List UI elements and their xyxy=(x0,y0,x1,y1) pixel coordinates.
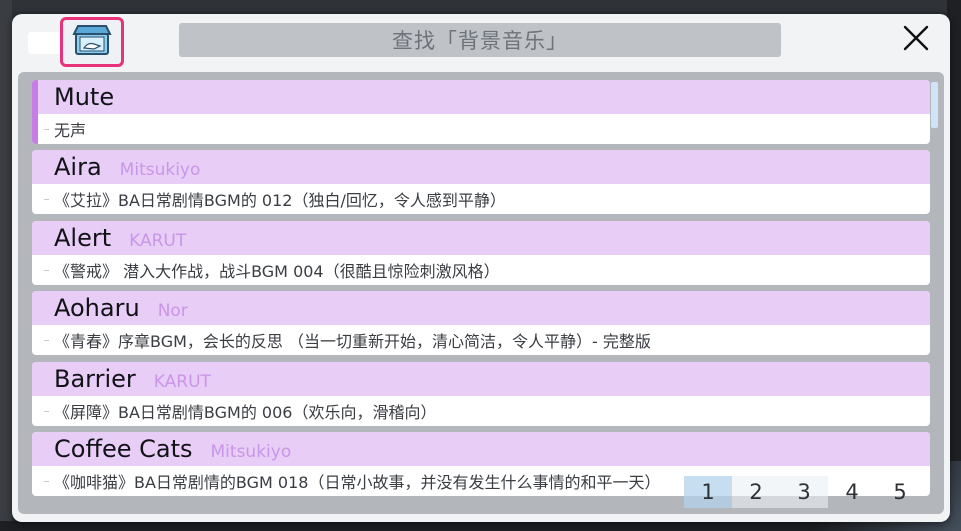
backdrop-top xyxy=(0,0,961,12)
track-title: Coffee Cats xyxy=(54,435,193,463)
page-button-1[interactable]: 1 xyxy=(684,476,732,508)
track-description: 《警戒》 潜入大作战，战斗BGM 004（很酷且惊险刺激风格） xyxy=(32,255,930,285)
page-button-4[interactable]: 4 xyxy=(828,476,876,508)
bgm-search-dialog: 查找「背景音乐」 Mute 无声 Aira Mitsukiyo 《艾拉》BA日常… xyxy=(12,14,950,522)
track-artist: Nor xyxy=(157,301,188,321)
pagination: 1 2 3 4 5 xyxy=(684,476,924,508)
search-input[interactable]: 查找「背景音乐」 xyxy=(179,23,781,57)
track-title: Aoharu xyxy=(54,294,140,322)
scrollbar-thumb[interactable] xyxy=(931,82,938,128)
list-item[interactable]: Aoharu Nor 《青春》序章BGM，会长的反思 （当一切重新开始，清心简洁… xyxy=(32,291,930,355)
music-box-icon xyxy=(72,22,112,62)
music-category-button[interactable] xyxy=(60,17,124,67)
page-button-5[interactable]: 5 xyxy=(876,476,924,508)
track-title: Barrier xyxy=(54,365,136,393)
search-placeholder: 查找「背景音乐」 xyxy=(392,29,568,53)
list-item[interactable]: Aira Mitsukiyo 《艾拉》BA日常剧情BGM的 012（独白/回忆，… xyxy=(32,150,930,214)
backdrop-left xyxy=(0,0,12,531)
track-title: Mute xyxy=(54,83,115,111)
track-title: Alert xyxy=(54,224,112,252)
track-title: Aira xyxy=(54,153,102,181)
track-description: 无声 xyxy=(32,114,930,144)
track-list[interactable]: Mute 无声 Aira Mitsukiyo 《艾拉》BA日常剧情BGM的 01… xyxy=(26,80,930,514)
close-icon xyxy=(902,24,930,56)
track-description: 《屏障》BA日常剧情BGM的 006（欢乐向，滑稽向） xyxy=(32,396,930,426)
list-item[interactable]: Barrier KARUT 《屏障》BA日常剧情BGM的 006（欢乐向，滑稽向… xyxy=(32,362,930,426)
track-list-frame: Mute 无声 Aira Mitsukiyo 《艾拉》BA日常剧情BGM的 01… xyxy=(18,72,944,514)
page-button-2[interactable]: 2 xyxy=(732,476,780,508)
list-item[interactable]: Mute 无声 xyxy=(32,80,930,144)
track-artist: Mitsukiyo xyxy=(119,160,201,180)
list-item[interactable]: Alert KARUT 《警戒》 潜入大作战，战斗BGM 004（很酷且惊险刺激… xyxy=(32,221,930,285)
track-description: 《艾拉》BA日常剧情BGM的 012（独白/回忆，令人感到平静） xyxy=(32,184,930,214)
close-button[interactable] xyxy=(896,20,936,60)
track-artist: Mitsukiyo xyxy=(210,442,292,462)
track-artist: KARUT xyxy=(129,231,187,251)
track-artist: KARUT xyxy=(153,372,211,392)
track-description: 《青春》序章BGM，会长的反思 （当一切重新开始，清心简洁，令人平静）- 完整版 xyxy=(32,325,930,355)
page-button-3[interactable]: 3 xyxy=(780,476,828,508)
